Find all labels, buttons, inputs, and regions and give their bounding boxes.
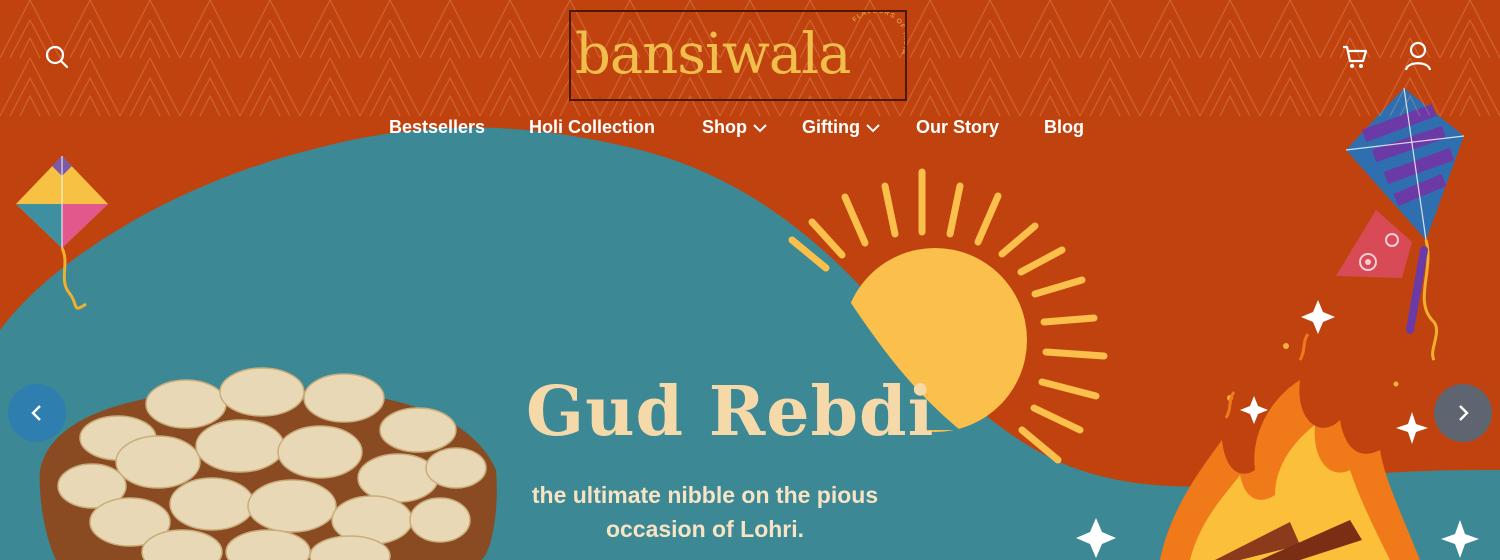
chevron-down-icon bbox=[866, 124, 880, 133]
main-nav: Bestsellers Holi Collection Shop Gifting… bbox=[0, 114, 1500, 140]
nav-holi-collection-label: Holi Collection bbox=[529, 117, 655, 137]
site-header: bansiwala FLAVOURS OF INDIA bbox=[0, 0, 1500, 116]
nav-blog-label: Blog bbox=[1044, 117, 1084, 137]
nav-our-story-label: Our Story bbox=[916, 117, 1000, 137]
kite-right-small bbox=[1336, 210, 1412, 278]
page: bansiwala FLAVOURS OF INDIA Bestsellers … bbox=[0, 0, 1500, 560]
nav-our-story[interactable]: Our Story bbox=[916, 114, 999, 140]
hero-subtitle: the ultimate nibble on the pious occasio… bbox=[531, 482, 879, 542]
nav-shop[interactable]: Shop bbox=[702, 114, 767, 140]
svg-text:FLAVOURS OF INDIA: FLAVOURS OF INDIA bbox=[851, 12, 905, 56]
carousel-prev-button[interactable] bbox=[8, 384, 66, 442]
search-icon[interactable] bbox=[42, 42, 72, 72]
brand-logo[interactable]: bansiwala FLAVOURS OF INDIA bbox=[569, 10, 907, 101]
bonfire bbox=[1160, 333, 1420, 560]
chevron-right-icon bbox=[1459, 405, 1469, 421]
nav-gifting-label: Gifting bbox=[802, 117, 860, 137]
nav-bestsellers[interactable]: Bestsellers bbox=[389, 114, 485, 140]
nav-bestsellers-label: Bestsellers bbox=[389, 117, 486, 137]
nav-blog[interactable]: Blog bbox=[1044, 114, 1084, 140]
nav-shop-label: Shop bbox=[702, 117, 747, 137]
carousel-next-button[interactable] bbox=[1434, 384, 1492, 442]
logo-wordmark: bansiwala bbox=[575, 22, 852, 87]
chevron-left-icon bbox=[31, 405, 41, 421]
cart-icon[interactable] bbox=[1340, 42, 1370, 72]
hero-title: Gud Rebdi bbox=[526, 372, 935, 452]
user-icon[interactable] bbox=[1402, 40, 1434, 72]
nav-holi-collection[interactable]: Holi Collection bbox=[529, 114, 655, 140]
chevron-down-icon bbox=[753, 124, 767, 133]
nav-gifting[interactable]: Gifting bbox=[802, 114, 880, 140]
logo-tagline: FLAVOURS OF INDIA bbox=[851, 12, 905, 56]
logo-tagline-seal: FLAVOURS OF INDIA bbox=[851, 12, 905, 56]
